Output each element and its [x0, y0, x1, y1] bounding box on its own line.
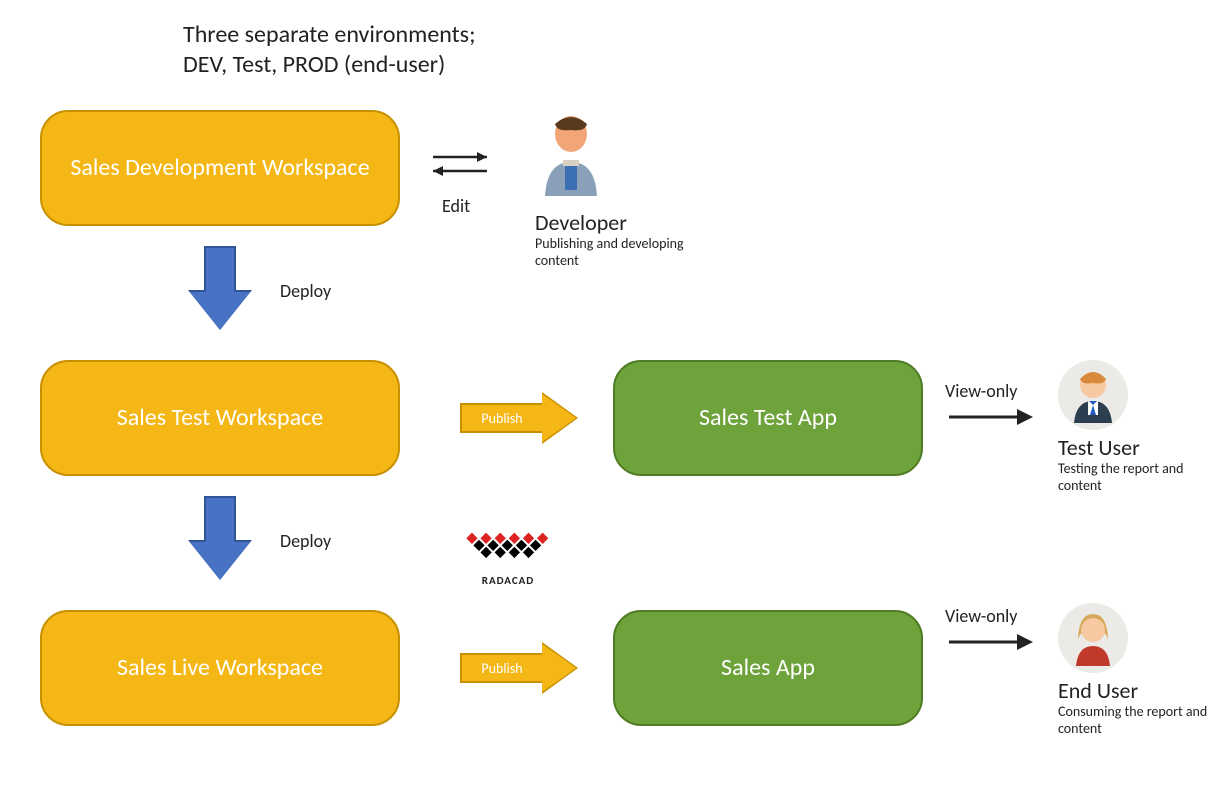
- enduser-avatar-icon: [1058, 603, 1128, 673]
- publish-arrow-1-icon: Publish: [460, 394, 580, 442]
- heading-line-2: DEV, Test, PROD (end-user): [183, 50, 476, 80]
- testuser-block: Test User Testing the report and content: [1058, 360, 1208, 495]
- testuser-sub: Testing the report and content: [1058, 461, 1208, 495]
- developer-title: Developer: [535, 209, 705, 236]
- deploy-arrow-2-icon: [190, 496, 250, 582]
- box-test-app-label: Sales Test App: [699, 404, 837, 433]
- diagram-heading: Three separate environments; DEV, Test, …: [183, 20, 476, 80]
- publish-arrow-2-icon: Publish: [460, 644, 580, 692]
- developer-avatar-icon: [535, 110, 705, 205]
- box-test-app: Sales Test App: [613, 360, 923, 476]
- heading-line-1: Three separate environments;: [183, 20, 476, 50]
- publish-label-2: Publish: [481, 660, 522, 677]
- viewonly-label-2: View-only: [945, 605, 1017, 627]
- enduser-title: End User: [1058, 677, 1208, 704]
- deploy-label-2: Deploy: [280, 530, 331, 552]
- edit-label: Edit: [442, 195, 470, 217]
- box-dev-workspace-label: Sales Development Workspace: [70, 154, 369, 183]
- deploy-arrow-1-icon: [190, 246, 250, 332]
- edit-bidirectional-arrow-icon: [425, 145, 495, 190]
- box-live-workspace: Sales Live Workspace: [40, 610, 400, 726]
- testuser-title: Test User: [1058, 434, 1208, 461]
- developer-block: Developer Publishing and developing cont…: [535, 110, 705, 270]
- box-test-workspace: Sales Test Workspace: [40, 360, 400, 476]
- box-dev-workspace: Sales Development Workspace: [40, 110, 400, 226]
- enduser-block: End User Consuming the report and conten…: [1058, 603, 1208, 738]
- viewonly-arrow-2-icon: [945, 630, 1035, 654]
- publish-label-1: Publish: [481, 410, 522, 427]
- viewonly-label-1: View-only: [945, 380, 1017, 402]
- testuser-avatar-icon: [1058, 360, 1128, 430]
- box-sales-app-label: Sales App: [721, 654, 815, 683]
- deploy-label-1: Deploy: [280, 280, 331, 302]
- box-sales-app: Sales App: [613, 610, 923, 726]
- developer-sub: Publishing and developing content: [535, 236, 705, 270]
- box-live-workspace-label: Sales Live Workspace: [117, 654, 323, 683]
- viewonly-arrow-1-icon: [945, 405, 1035, 429]
- radacad-logo-icon: RADACAD: [478, 500, 538, 587]
- box-test-workspace-label: Sales Test Workspace: [117, 404, 324, 433]
- enduser-sub: Consuming the report and content: [1058, 704, 1208, 738]
